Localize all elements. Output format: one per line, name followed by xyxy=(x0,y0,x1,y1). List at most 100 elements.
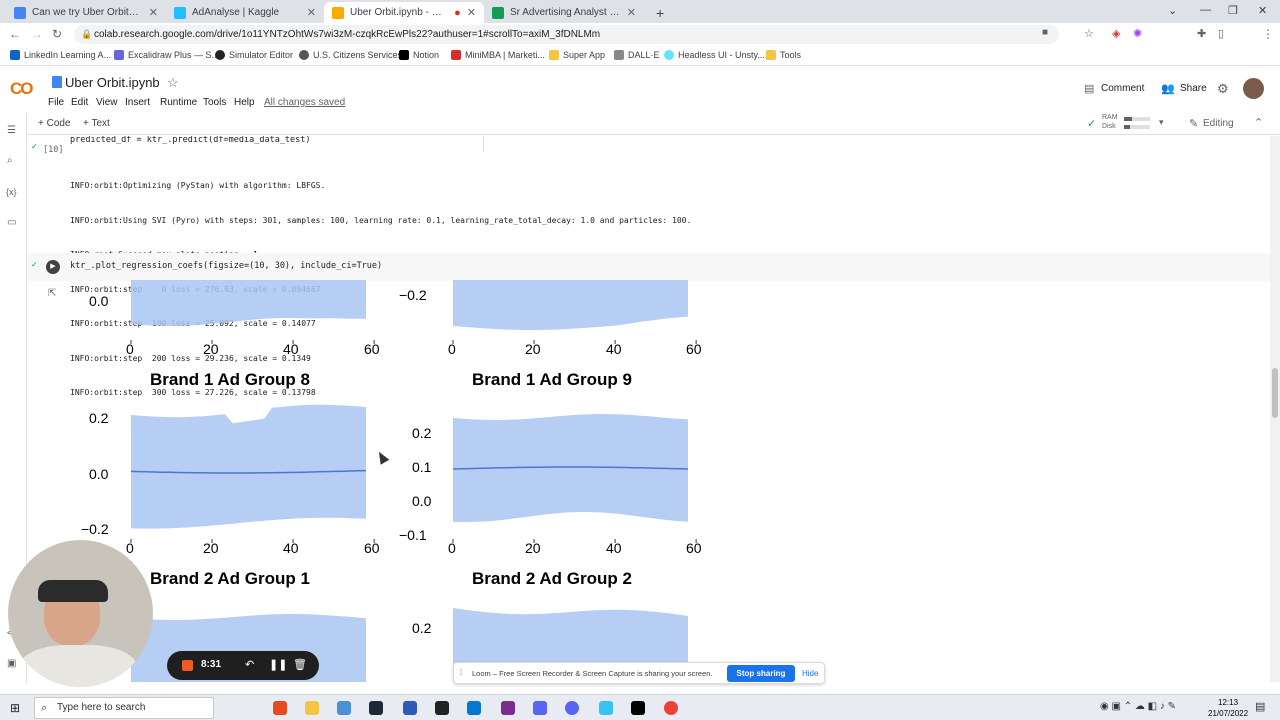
browser-toolbar: ← → ↻ 🔒 colab.research.google.com/drive/… xyxy=(0,23,1280,63)
stop-recording-icon[interactable] xyxy=(182,660,193,671)
pause-icon[interactable]: ❚❚ xyxy=(269,658,287,671)
stop-sharing-button[interactable]: Stop sharing xyxy=(727,665,795,682)
close-tab-icon[interactable]: ✕ xyxy=(307,6,316,19)
windows-start-icon[interactable]: ⊞ xyxy=(10,701,20,715)
bookmark-item[interactable]: Headless UI - Unsty... xyxy=(664,50,765,60)
settings-gear-icon[interactable]: ⚙ xyxy=(1217,81,1229,97)
bookmark-item[interactable]: U.S. Citizens Services xyxy=(299,50,402,60)
file-explorer-icon[interactable] xyxy=(305,701,319,715)
drag-handle-icon[interactable]: ⁞ xyxy=(460,668,462,677)
bookmark-item[interactable]: Notion xyxy=(399,50,439,60)
files-folder-icon[interactable]: ▭ xyxy=(7,217,16,228)
colab-header: CO Uber Orbit.ipynb ☆ File Edit View Ins… xyxy=(0,67,1280,112)
vscode-icon[interactable] xyxy=(467,701,481,715)
save-status[interactable]: All changes saved xyxy=(264,97,345,108)
bookmark-item[interactable]: LinkedIn Learning A... xyxy=(10,50,111,60)
back-icon[interactable]: ← xyxy=(9,27,21,41)
close-tab-icon[interactable]: ✕ xyxy=(467,6,476,19)
terminal-app-icon[interactable] xyxy=(435,701,449,715)
terminal-icon[interactable]: ▣ xyxy=(7,658,16,669)
bookmark-item[interactable]: MiniMBA | Marketi... xyxy=(451,50,545,60)
browser-tab-4[interactable]: Sr Advertising Analyst Work Sam ✕ xyxy=(484,2,644,23)
bookmark-item[interactable]: DALL·E xyxy=(614,50,660,60)
extensions-puzzle-icon[interactable]: ✚ xyxy=(1197,27,1206,40)
menu-edit[interactable]: Edit xyxy=(71,97,88,108)
bookmarks-bar: LinkedIn Learning A... Excalidraw Plus —… xyxy=(0,46,1280,66)
resources-dropdown-icon[interactable]: ▾ xyxy=(1159,117,1164,128)
cell-code[interactable]: ktr_.plot_regression_coefs(figsize=(10, … xyxy=(70,261,382,271)
editing-mode-button[interactable]: Editing xyxy=(1203,118,1234,129)
menu-runtime[interactable]: Runtime xyxy=(160,97,197,108)
bookmark-item[interactable]: Super App xyxy=(549,50,605,60)
browser-menu-icon[interactable]: ⋮ xyxy=(1262,27,1274,41)
restart-icon[interactable]: ↶ xyxy=(245,658,254,671)
tab-search-icon[interactable]: ⌄ xyxy=(1168,4,1177,17)
recording-timer: 8:31 xyxy=(201,659,222,670)
add-text-cell-button[interactable]: + Text xyxy=(83,118,110,129)
new-tab-button[interactable]: + xyxy=(648,2,668,23)
menu-insert[interactable]: Insert xyxy=(125,97,150,108)
notebook-scrollbar[interactable] xyxy=(1270,136,1280,682)
user-avatar[interactable] xyxy=(1243,78,1264,99)
menu-view[interactable]: View xyxy=(96,97,118,108)
app-icon[interactable] xyxy=(337,701,351,715)
slack-icon[interactable] xyxy=(599,701,613,715)
x-tick-label: 20 xyxy=(525,540,541,556)
webcam-bubble[interactable] xyxy=(8,540,153,687)
bookmark-item[interactable]: Simulator Editor xyxy=(215,50,293,60)
output-actions-icon[interactable]: ⇱ xyxy=(48,288,56,299)
app-icon[interactable] xyxy=(501,701,515,715)
toc-icon[interactable]: ☰ xyxy=(7,125,16,136)
reload-icon[interactable]: ↻ xyxy=(52,27,62,41)
run-cell-play-icon[interactable]: ▶ xyxy=(46,260,60,274)
hide-button[interactable]: Hide xyxy=(802,669,818,678)
browser-tab-1[interactable]: Can we try Uber Orbit? – Autom ✕ xyxy=(6,2,166,23)
share-button[interactable]: Share xyxy=(1180,83,1207,94)
search-icon[interactable]: ⌕ xyxy=(7,155,13,166)
comment-button[interactable]: Comment xyxy=(1101,83,1144,94)
bookmark-item[interactable]: Tools xyxy=(766,50,801,60)
notebook-title[interactable]: Uber Orbit.ipynb xyxy=(65,75,160,90)
scrollbar-thumb[interactable] xyxy=(1272,368,1278,418)
cell-code[interactable]: predicted_df = ktr_.predict(df=media_dat… xyxy=(70,136,311,145)
delete-trash-icon[interactable]: 🗑 xyxy=(293,658,307,671)
taskbar-search-box[interactable]: ⌕ Type here to search xyxy=(34,697,214,719)
address-bar[interactable]: 🔒 colab.research.google.com/drive/1o11YN… xyxy=(74,25,1059,44)
dalle-icon xyxy=(614,50,624,60)
app-icon[interactable] xyxy=(403,701,417,715)
webcam-cap xyxy=(38,580,108,602)
variables-icon[interactable]: {x} xyxy=(6,187,17,197)
taskbar-clock[interactable]: 12:13 21/07/2022 xyxy=(1208,697,1248,719)
chrome-icon[interactable] xyxy=(664,701,678,715)
notion-app-icon[interactable] xyxy=(631,701,645,715)
notifications-icon[interactable]: ▤ xyxy=(1255,700,1265,713)
bookmark-star-icon[interactable]: ☆ xyxy=(1084,27,1094,40)
bookmark-item[interactable]: Excalidraw Plus — S... xyxy=(114,50,219,60)
close-tab-icon[interactable]: ✕ xyxy=(149,6,158,19)
close-tab-icon[interactable]: ✕ xyxy=(627,6,636,19)
steam-icon[interactable] xyxy=(369,701,383,715)
forward-icon[interactable]: → xyxy=(31,27,43,41)
menu-tools[interactable]: Tools xyxy=(203,97,226,108)
collapse-header-icon[interactable]: ⌃ xyxy=(1254,116,1263,129)
sidebar-icon[interactable]: ▯ xyxy=(1218,27,1224,40)
pocket-icon[interactable]: ◈ xyxy=(1112,27,1120,40)
browser-tab-3[interactable]: Uber Orbit.ipynb - Colabora ● ✕ xyxy=(324,2,484,23)
menu-file[interactable]: File xyxy=(48,97,64,108)
system-tray-icons[interactable]: ◉ ▣ ⌃ ☁ ◧ ♪ ✎ xyxy=(1100,701,1176,712)
menu-help[interactable]: Help xyxy=(234,97,255,108)
camera-icon[interactable]: ■ xyxy=(1042,27,1048,38)
browser-tab-2[interactable]: AdAnalyse | Kaggle ✕ xyxy=(166,2,324,23)
app-icon[interactable] xyxy=(273,701,287,715)
colab-logo[interactable]: CO xyxy=(10,79,33,99)
extension-icon[interactable]: ✺ xyxy=(1133,27,1142,40)
app-icon[interactable] xyxy=(533,701,547,715)
bookmark-label: Headless UI - Unsty... xyxy=(678,50,765,60)
restore-icon[interactable]: ❐ xyxy=(1228,4,1238,17)
minimize-icon[interactable]: — xyxy=(1200,4,1211,16)
star-icon[interactable]: ☆ xyxy=(167,75,179,91)
window-close-icon[interactable]: ✕ xyxy=(1258,4,1267,17)
discord-icon[interactable] xyxy=(565,701,579,715)
bookmark-label: Notion xyxy=(413,50,440,60)
add-code-cell-button[interactable]: + Code xyxy=(38,118,71,129)
